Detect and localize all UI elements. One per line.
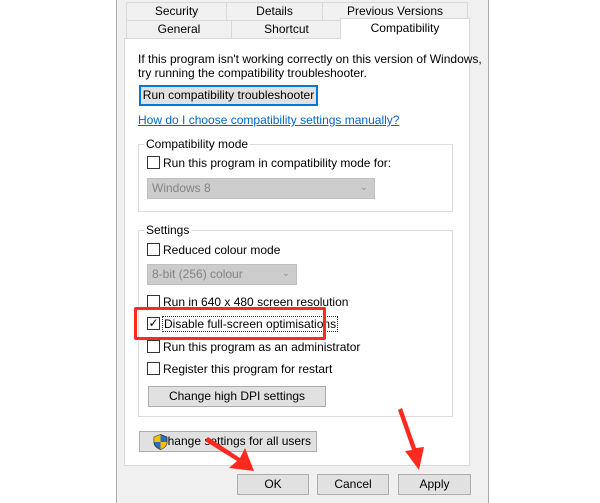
tab-compatibility[interactable]: Compatibility xyxy=(340,18,470,39)
arrow-to-ok-icon xyxy=(205,437,254,471)
annotation-arrows xyxy=(205,408,424,471)
arrow-to-apply-icon xyxy=(398,408,424,470)
